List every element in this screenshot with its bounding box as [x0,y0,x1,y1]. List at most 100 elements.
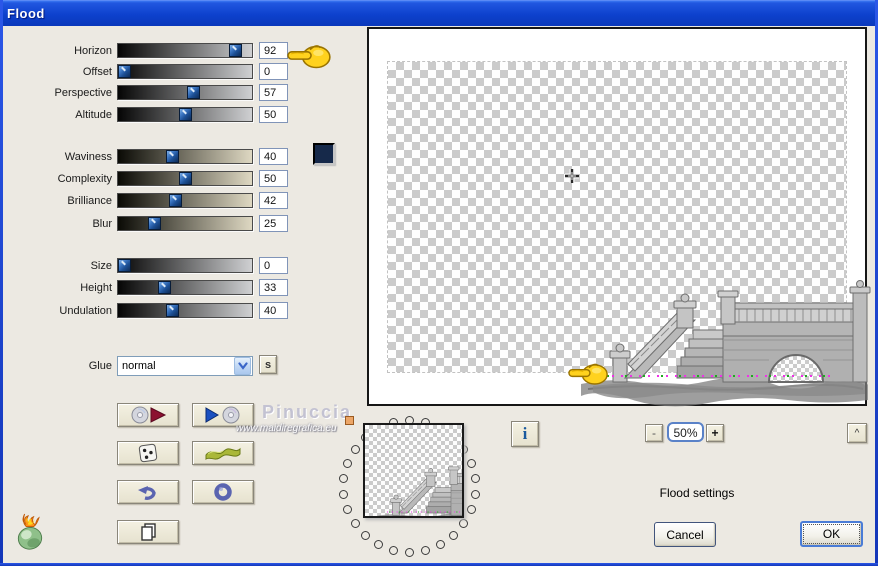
perspective-value[interactable]: 57 [259,84,288,101]
size-slider[interactable] [117,258,253,273]
bridge-thumbnail-image [371,461,464,518]
ring-dot [436,540,445,549]
undo-arrow-icon [138,486,156,500]
blur-slider[interactable] [117,216,253,231]
undulation-slider[interactable] [117,303,253,318]
brilliance-slider[interactable] [117,193,253,208]
memory-dot-thumbnail[interactable] [363,423,464,518]
ring-dot [471,490,480,499]
ok-button-label: OK [803,524,860,544]
status-text: Flood settings [659,486,735,500]
undo-button[interactable] [117,480,179,504]
transparency-checkerboard[interactable] [387,61,846,372]
slider-thumb[interactable] [187,86,200,99]
ring-dot [449,531,458,540]
perspective-slider[interactable] [117,85,253,100]
horizon-value[interactable]: 92 [259,42,288,59]
ring-dot [467,459,476,468]
slider-label: Offset [82,66,112,78]
blur-value[interactable]: 25 [259,215,288,232]
wave-style-button[interactable] [192,441,254,465]
slider-thumb[interactable] [118,65,131,78]
water-color-swatch[interactable] [313,143,335,165]
info-button[interactable]: i [511,421,539,447]
ring-dot [471,474,480,483]
slider-label: Size [90,260,112,272]
blue-play-cd-icon [205,406,240,424]
slider-row-brilliance: Brilliance 42 [0,192,340,211]
ring-dot [459,519,468,528]
ok-button[interactable]: OK [800,521,863,547]
complexity-slider[interactable] [117,171,253,186]
waviness-slider[interactable] [117,149,253,164]
ring-dot [339,474,348,483]
cd-red-play-icon [131,406,167,424]
zoom-out-button[interactable]: - [645,424,663,442]
yellow-hand-icon [287,41,333,71]
ring-dot [361,531,370,540]
ring-dot [343,505,352,514]
slider-row-perspective: Perspective 57 [0,84,340,103]
ring-dot [374,540,383,549]
cancel-button[interactable]: Cancel [654,522,716,547]
dice-icon [138,443,158,463]
altitude-value[interactable]: 50 [259,106,288,123]
offset-value[interactable]: 0 [259,63,288,80]
ring-dot [389,546,398,555]
slider-row-altitude: Altitude 50 [0,106,340,125]
copy-settings-button[interactable] [117,520,179,544]
slider-row-complexity: Complexity 50 [0,170,340,189]
ring-dot [339,490,348,499]
reset-button[interactable] [192,480,254,504]
ring-dot [351,445,360,454]
ring-dot [405,548,414,557]
glue-style-button[interactable]: s [259,355,277,374]
title-bar[interactable]: Flood [0,0,878,26]
randomize-button[interactable] [117,441,179,465]
chevron-down-icon[interactable] [234,357,251,375]
copy-pages-icon [141,523,156,541]
slider-thumb[interactable] [118,259,131,272]
slider-thumb[interactable] [166,150,179,163]
collapse-button[interactable]: ^ [847,423,867,443]
slider-label: Horizon [74,45,112,57]
slider-thumb[interactable] [158,281,171,294]
slider-row-size: Size 0 [0,257,340,276]
waviness-value[interactable]: 40 [259,148,288,165]
undulation-value[interactable]: 40 [259,302,288,319]
window-title: Flood [7,6,45,21]
slider-thumb[interactable] [179,172,192,185]
height-slider[interactable] [117,280,253,295]
slider-label: Brilliance [67,195,112,207]
slider-label: Blur [92,218,112,230]
ring-dot [343,459,352,468]
slider-thumb[interactable] [148,217,161,230]
glue-select[interactable]: normal [117,356,253,376]
green-wave-icon [205,447,241,460]
slider-label: Waviness [64,151,112,163]
crosshair-cursor-icon [565,169,579,183]
slider-label: Complexity [57,173,112,185]
slider-label: Perspective [54,87,112,99]
zoom-in-button[interactable]: + [706,424,724,442]
complexity-value[interactable]: 50 [259,170,288,187]
ring-dot [467,505,476,514]
brilliance-value[interactable]: 42 [259,192,288,209]
horizon-slider[interactable] [117,43,253,58]
height-value[interactable]: 33 [259,279,288,296]
ring-dot [421,546,430,555]
slider-label: Height [80,282,112,294]
watermark-name: Pinuccia [262,402,353,422]
slider-thumb[interactable] [169,194,182,207]
watermark-site: www.maidiregrafica.eu [236,423,337,434]
slider-thumb[interactable] [166,304,179,317]
slider-thumb[interactable] [229,44,242,57]
preview-pane[interactable] [367,27,867,406]
slider-thumb[interactable] [179,108,192,121]
slider-row-blur: Blur 25 [0,215,340,234]
window-border-left [0,0,3,566]
open-preset-button[interactable] [117,403,179,427]
offset-slider[interactable] [117,64,253,79]
altitude-slider[interactable] [117,107,253,122]
size-value[interactable]: 0 [259,257,288,274]
